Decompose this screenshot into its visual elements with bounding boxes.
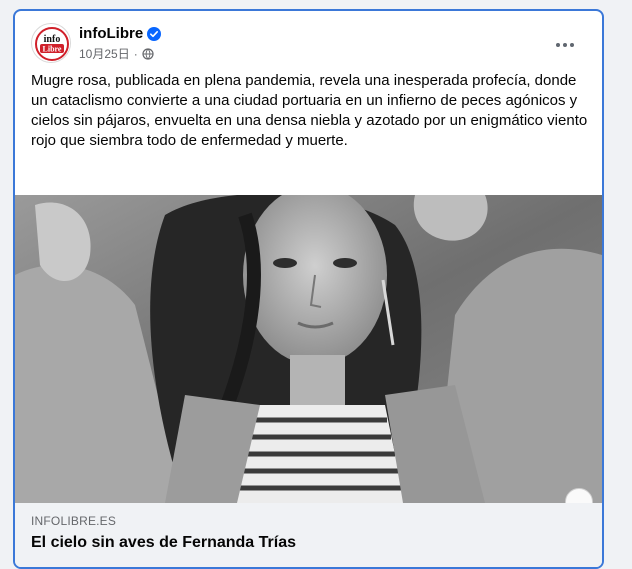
link-title[interactable]: El cielo sin aves de Fernanda Trías [31,534,296,552]
page-avatar[interactable]: info Libre [31,23,71,63]
more-options-icon[interactable] [553,37,577,53]
author-portrait-photo [15,195,602,503]
page-name[interactable]: infoLibre [79,25,162,42]
post-card: info Libre infoLibre 10月25日 · Mugre rosa… [13,9,604,569]
post-meta: 10月25日 · [79,45,154,62]
svg-text:info: info [44,34,61,45]
post-timestamp[interactable]: 10月25日 [79,45,130,62]
post-text: Mugre rosa, publicada en plena pandemia,… [31,72,588,149]
link-preview-footer[interactable]: INFOLIBRE.ES El cielo sin aves de Fernan… [15,503,602,567]
verified-badge-icon [147,26,162,41]
infolibre-logo: info Libre [33,25,70,62]
page-name-text[interactable]: infoLibre [79,25,143,42]
globe-icon[interactable] [142,47,154,60]
meta-separator: · [133,46,138,61]
link-domain: INFOLIBRE.ES [31,514,117,528]
link-preview-image[interactable] [15,195,602,503]
svg-text:Libre: Libre [43,45,62,54]
post-header: info Libre infoLibre 10月25日 · [31,23,591,65]
